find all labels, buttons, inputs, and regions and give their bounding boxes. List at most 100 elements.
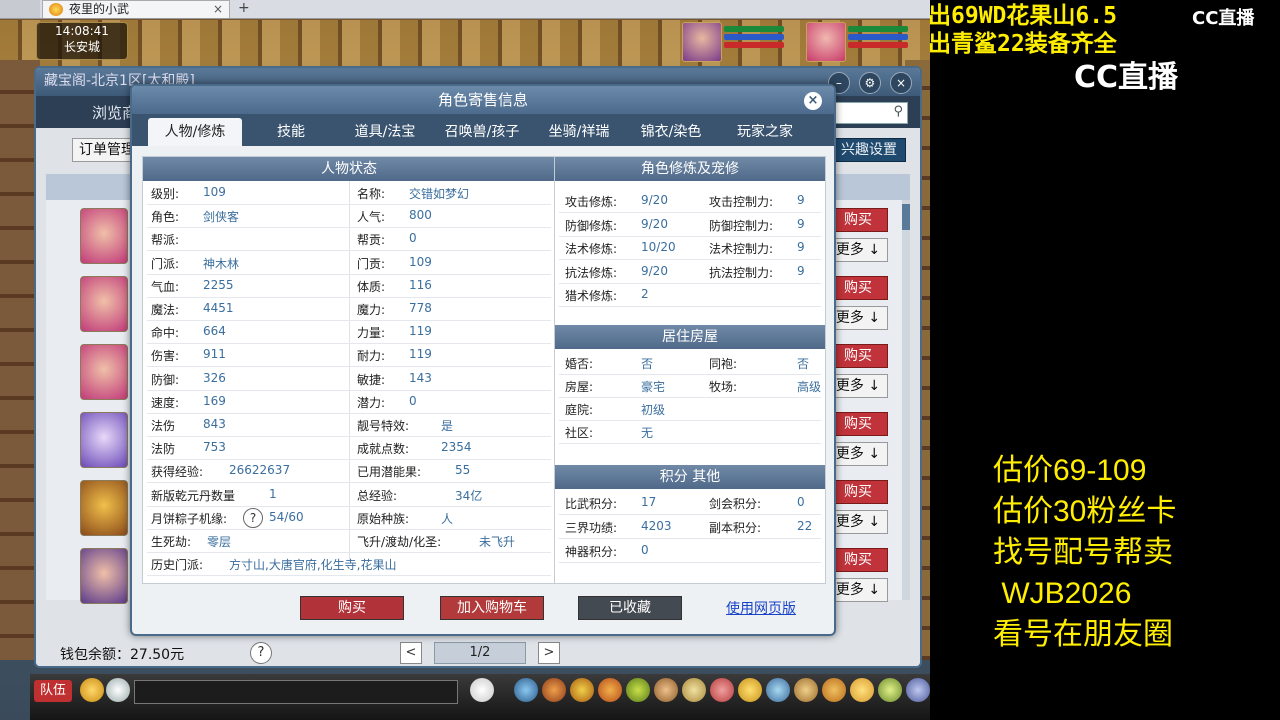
page-prev-button[interactable]: <	[400, 642, 422, 664]
help-icon[interactable]: ?	[250, 642, 272, 664]
info-value: 9	[797, 263, 805, 278]
buy-button[interactable]: 购买	[300, 596, 404, 620]
trade-icon[interactable]	[598, 678, 622, 702]
tab-skills[interactable]: 技能	[256, 118, 326, 146]
stat-label: 伤害:	[151, 349, 180, 364]
stat-label: 敏捷:	[357, 372, 386, 387]
emote-icon[interactable]	[850, 678, 874, 702]
tab-character[interactable]: 人物/修炼	[148, 118, 242, 146]
give-icon[interactable]	[570, 678, 594, 702]
stat-label: 飞升/渡劫/化圣:	[357, 535, 442, 549]
listing-scroll-thumb[interactable]	[902, 204, 910, 230]
listing-avatar[interactable]	[80, 412, 128, 468]
listing-avatar[interactable]	[80, 480, 128, 536]
dialog-close-icon[interactable]: ×	[804, 92, 822, 110]
row-separator	[147, 343, 551, 345]
dynamic-icon[interactable]	[794, 678, 818, 702]
browser-tab-title: 夜里的小武	[69, 2, 130, 16]
player-avatar[interactable]	[806, 22, 846, 62]
role-consignment-dialog: 角色寄售信息 × 人物/修炼 技能 道具/法宝 召唤兽/孩子 坐骑/祥瑞 锦衣/…	[130, 84, 836, 636]
listing-more-button[interactable]: 更多 ↓	[828, 374, 888, 398]
listing-more-button[interactable]: 更多 ↓	[828, 306, 888, 330]
listing-buy-button[interactable]: 购买	[828, 208, 888, 232]
gang-icon[interactable]	[710, 678, 734, 702]
map-icon[interactable]	[878, 678, 902, 702]
listing-scrollbar[interactable]	[902, 200, 910, 600]
favorited-button[interactable]: 已收藏	[578, 596, 682, 620]
tab-items[interactable]: 道具/法宝	[342, 118, 428, 146]
browser-tab[interactable]: 夜里的小武 ×	[42, 0, 230, 18]
friends-icon[interactable]	[766, 678, 790, 702]
search-icon[interactable]: ⚲	[893, 104, 903, 119]
info-label: 抗法控制力:	[709, 265, 774, 280]
tab-costumes[interactable]: 锦衣/染色	[628, 118, 714, 146]
info-value: 高级	[797, 380, 822, 394]
stat-value: 109	[203, 185, 226, 199]
row-separator	[147, 436, 551, 437]
add-to-cart-button[interactable]: 加入购物车	[440, 596, 544, 620]
new-tab-button[interactable]: +	[238, 0, 250, 17]
team-button[interactable]: 队伍	[34, 680, 72, 702]
column-divider	[349, 181, 350, 561]
page-next-button[interactable]: >	[538, 642, 560, 664]
stat-label: 月饼粽子机缘:	[151, 511, 228, 526]
stat-value: 神木林	[203, 256, 240, 271]
microphone-icon[interactable]	[80, 678, 104, 702]
stat-label: 靓号特效:	[357, 419, 410, 433]
attack-icon[interactable]	[514, 678, 538, 702]
interest-settings-button[interactable]: 兴趣设置	[832, 138, 906, 162]
web-version-link[interactable]: 使用网页版	[726, 598, 796, 618]
info-label: 神器积分:	[565, 545, 618, 559]
row-separator	[147, 528, 551, 530]
help-icon[interactable]: ?	[243, 507, 263, 528]
listing-buy-button[interactable]: 购买	[828, 412, 888, 436]
settings-icon[interactable]	[906, 678, 930, 702]
listing-buy-button[interactable]: 购买	[828, 276, 888, 300]
listing-avatar[interactable]	[80, 276, 128, 332]
close-button[interactable]: ×	[890, 72, 912, 94]
row-separator	[147, 273, 551, 275]
listing-more-button[interactable]: 更多 ↓	[828, 238, 888, 262]
listing-buy-button[interactable]: 购买	[828, 548, 888, 572]
tab-pets[interactable]: 召唤兽/孩子	[434, 118, 530, 146]
info-value: 17	[641, 495, 657, 509]
listing-more-button[interactable]: 更多 ↓	[828, 442, 888, 466]
listing-avatar[interactable]	[80, 548, 128, 604]
chat-bubble-icon[interactable]	[106, 678, 130, 702]
row-separator	[147, 575, 551, 577]
row-separator	[559, 562, 821, 563]
row-separator	[147, 459, 551, 461]
item-icon[interactable]	[542, 678, 566, 702]
listing-avatar[interactable]	[80, 208, 128, 264]
quick-icon[interactable]	[738, 678, 762, 702]
party-avatar[interactable]	[682, 22, 722, 62]
listing-buy-button[interactable]: 购买	[828, 480, 888, 504]
game-clock: 14:08:41 长安城	[36, 22, 128, 60]
anger-bar	[724, 42, 784, 48]
info-value: 9	[797, 193, 805, 207]
pet-menu-icon[interactable]	[654, 678, 678, 702]
listing-buy-button[interactable]: 购买	[828, 344, 888, 368]
tab-close-icon[interactable]: ×	[213, 1, 223, 18]
cc-live-logo-small: CC直播	[1192, 8, 1255, 29]
row-separator	[559, 538, 821, 539]
info-label: 副本积分:	[709, 521, 762, 535]
pet-icon[interactable]	[470, 678, 494, 702]
stat-label: 门贡:	[357, 256, 386, 271]
settings-gear-icon[interactable]: ⚙	[858, 72, 881, 94]
info-value: 10/20	[641, 240, 676, 254]
listing-more-button[interactable]: 更多 ↓	[828, 578, 888, 602]
tab-player-home[interactable]: 玩家之家	[722, 118, 808, 146]
system-icon[interactable]	[822, 678, 846, 702]
chat-input[interactable]	[134, 680, 458, 704]
info-value: 2	[641, 287, 649, 301]
listing-more-button[interactable]: 更多 ↓	[828, 510, 888, 534]
browser-tab-strip: 夜里的小武 × +	[0, 0, 930, 19]
stat-label: 获得经验:	[151, 465, 204, 480]
dialog-title: 角色寄售信息	[132, 86, 834, 114]
team-icon[interactable]	[626, 678, 650, 702]
tab-mounts[interactable]: 坐骑/祥瑞	[536, 118, 622, 146]
listing-avatar[interactable]	[80, 344, 128, 400]
task-icon[interactable]	[682, 678, 706, 702]
stat-value: 778	[409, 301, 432, 315]
